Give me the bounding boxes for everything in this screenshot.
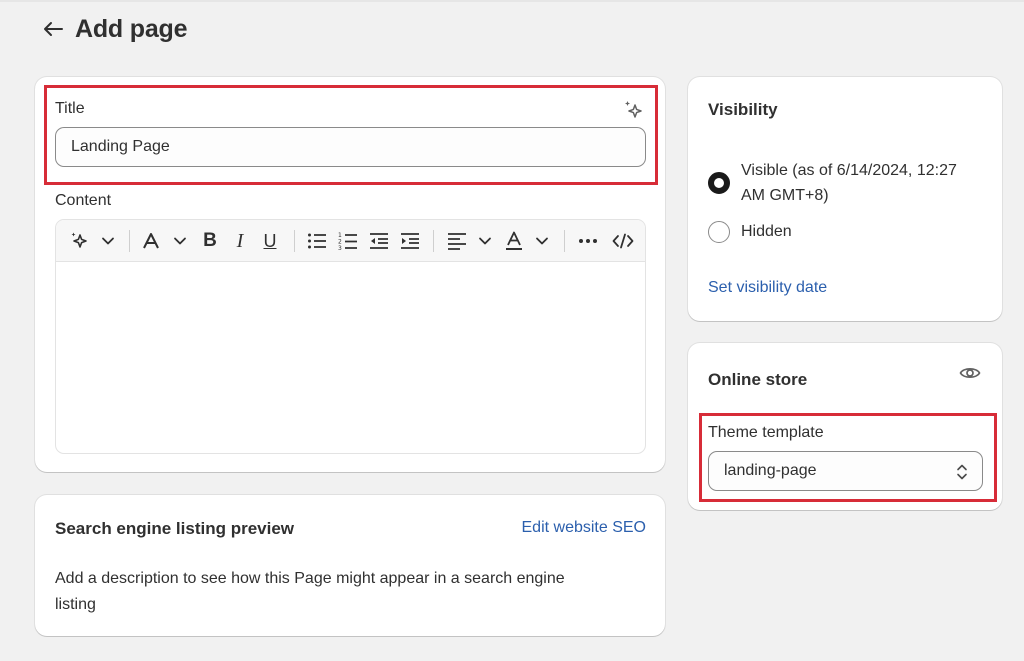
seo-heading: Search engine listing preview (55, 519, 295, 538)
font-icon (143, 233, 159, 249)
align-left-icon (448, 233, 466, 250)
visible-option-label-line-2[interactable]: AM GMT+8) (741, 183, 829, 208)
content-text-area[interactable] (56, 263, 645, 453)
underline-icon: U (263, 230, 277, 251)
bold-button[interactable]: B (200, 230, 220, 252)
numbered-list-icon: 1 2 3 (338, 232, 357, 251)
page-title: Add page (75, 14, 188, 43)
italic-icon: I (236, 229, 244, 252)
outdent-icon (370, 233, 388, 249)
chevron-down-icon (536, 237, 548, 245)
set-visibility-date-link[interactable]: Set visibility date (708, 279, 827, 297)
seo-description-line-1: Add a description to see how this Page m… (55, 570, 565, 587)
numbered-list-button[interactable]: 1 2 3 (337, 230, 359, 252)
edit-seo-link[interactable]: Edit website SEO (522, 519, 647, 537)
font-style-button[interactable] (140, 230, 162, 252)
hidden-option-label[interactable]: Hidden (741, 219, 792, 244)
font-style-dropdown[interactable] (171, 230, 189, 252)
hidden-radio[interactable] (708, 221, 730, 243)
outdent-button[interactable] (368, 230, 390, 252)
bullet-list-icon (308, 233, 326, 249)
sparkle-icon (71, 232, 87, 248)
chevron-down-icon (479, 237, 491, 245)
toolbar-divider (294, 230, 295, 252)
page-header: Add page (40, 12, 187, 46)
indent-icon (401, 233, 419, 249)
bulleted-list-button[interactable] (306, 230, 328, 252)
seo-preview-card: Search engine listing preview Edit websi… (35, 495, 665, 636)
text-color-icon (506, 231, 522, 250)
code-icon (612, 233, 634, 249)
svg-text:3: 3 (338, 245, 342, 251)
toolbar-divider (433, 230, 434, 252)
more-icon (579, 239, 597, 243)
visibility-card: Visibility Visible (as of 6/14/2024, 12:… (688, 77, 1002, 321)
text-color-button[interactable] (503, 230, 525, 252)
italic-button[interactable]: I (230, 230, 250, 252)
theme-template-highlight-box (699, 413, 997, 502)
chevron-down-icon (174, 237, 186, 245)
text-color-dropdown[interactable] (533, 230, 551, 252)
arrow-left-icon (44, 22, 63, 36)
online-store-heading: Online store (708, 370, 808, 389)
back-button[interactable] (40, 16, 66, 42)
toolbar-divider (129, 230, 130, 252)
chevron-down-icon (102, 237, 114, 245)
title-highlight-box (44, 85, 658, 185)
ai-generate-button[interactable] (69, 230, 91, 252)
text-align-button[interactable] (446, 230, 468, 252)
view-page-button[interactable] (959, 365, 983, 385)
indent-button[interactable] (399, 230, 421, 252)
seo-description-line-2: listing (55, 596, 96, 613)
visible-radio[interactable] (708, 172, 730, 194)
underline-button[interactable]: U (260, 230, 280, 252)
content-label: Content (55, 192, 112, 209)
editor-toolbar: B I U 1 2 3 (56, 220, 645, 262)
visible-option-label-line-1[interactable]: Visible (as of 6/14/2024, 12:27 (741, 158, 957, 183)
ai-generate-dropdown[interactable] (99, 230, 117, 252)
more-options-button[interactable] (576, 230, 600, 252)
content-editor: B I U 1 2 3 (55, 219, 646, 454)
text-align-dropdown[interactable] (476, 230, 494, 252)
toolbar-divider (564, 230, 565, 252)
bold-icon: B (203, 230, 217, 251)
show-html-button[interactable] (611, 230, 635, 252)
eye-icon (959, 368, 981, 378)
visibility-heading: Visibility (708, 100, 778, 119)
top-edge (0, 0, 1024, 2)
